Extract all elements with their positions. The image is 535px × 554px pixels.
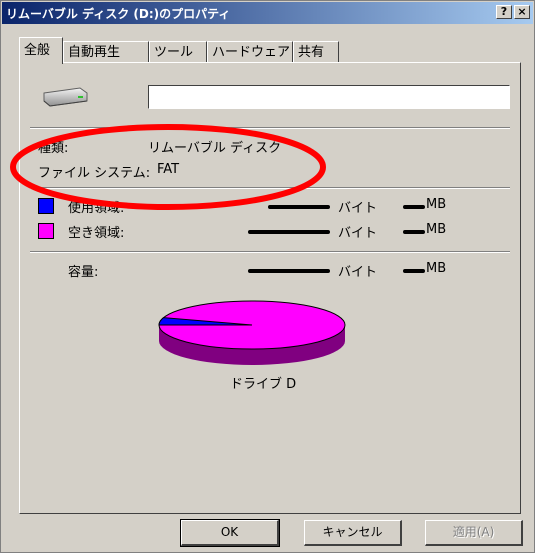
- red-highlight-ellipse: [10, 124, 326, 210]
- properties-dialog: リムーバブル ディスク (D:)のプロパティ ? × 全般 自動再生 ツール ハ…: [0, 0, 535, 553]
- tab-general[interactable]: 全般: [19, 37, 63, 64]
